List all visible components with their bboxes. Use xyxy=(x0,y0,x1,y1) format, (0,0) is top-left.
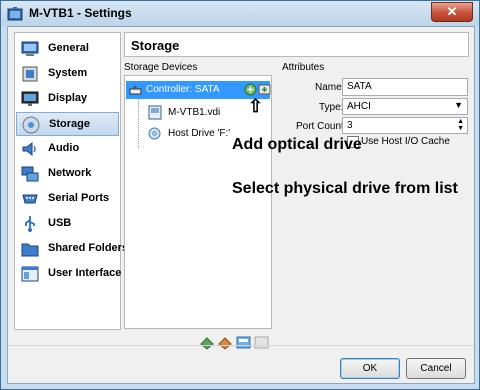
name-input[interactable]: SATA xyxy=(342,78,468,96)
sidebar-item-label: System xyxy=(48,67,88,79)
sidebar-item-label: Display xyxy=(48,92,88,104)
sidebar-item-label: USB xyxy=(48,217,72,229)
ok-button[interactable]: OK xyxy=(340,358,400,379)
storage-devices-label: Storage Devices xyxy=(124,62,198,73)
sidebar-item-general[interactable]: General xyxy=(16,37,119,61)
settings-window: M-VTB1 - Settings ✕ General System Displ… xyxy=(0,0,480,390)
general-icon xyxy=(21,41,39,56)
controller-label: Controller: SATA xyxy=(146,84,220,95)
annotation-select-physical: Select physical drive from list xyxy=(232,180,458,197)
add-attachment-icon[interactable] xyxy=(236,335,251,350)
sidebar-item-label: Storage xyxy=(49,118,90,130)
add-controller-icon[interactable] xyxy=(200,335,215,350)
virtualbox-icon xyxy=(7,7,23,21)
sidebar-item-usb[interactable]: USB xyxy=(16,212,119,236)
attributes-label: Attributes xyxy=(282,62,325,73)
sidebar-item-system[interactable]: System xyxy=(16,62,119,86)
spinner-arrows-icon[interactable]: ▲ ▼ xyxy=(457,118,464,132)
remove-attachment-icon[interactable] xyxy=(254,335,269,350)
remove-controller-icon[interactable] xyxy=(218,335,233,350)
dialog-body: General System Display Storage Audio Net… xyxy=(7,26,475,384)
page-title: Storage xyxy=(131,38,180,53)
title-bar: M-VTB1 - Settings ✕ xyxy=(1,1,479,26)
close-button[interactable]: ✕ xyxy=(431,2,473,22)
hard-disk-icon xyxy=(148,105,162,120)
settings-sidebar: General System Display Storage Audio Net… xyxy=(14,32,128,330)
sidebar-item-label: Audio xyxy=(48,142,80,154)
sidebar-item-network[interactable]: Network xyxy=(16,162,119,186)
up-arrow-annotation: ⇧ xyxy=(248,96,264,116)
sidebar-item-label: General xyxy=(48,42,89,54)
display-icon xyxy=(21,91,39,106)
sidebar-item-label: User Interface xyxy=(48,267,122,279)
sidebar-item-display[interactable]: Display xyxy=(16,87,119,111)
usb-icon xyxy=(25,216,35,232)
user-interface-icon xyxy=(21,266,39,282)
type-select[interactable]: AHCI ▼ xyxy=(342,98,468,115)
add-optical-drive-icon[interactable] xyxy=(244,83,257,96)
sidebar-item-label: Serial Ports xyxy=(48,192,110,204)
port-count-label: Port Count: xyxy=(296,121,347,132)
audio-icon xyxy=(22,141,36,157)
network-icon xyxy=(21,166,39,182)
storage-icon xyxy=(22,116,40,134)
window-title: M-VTB1 - Settings xyxy=(29,6,132,20)
sidebar-item-audio[interactable]: Audio xyxy=(16,137,119,161)
name-label: Name: xyxy=(315,82,345,93)
type-select-value: AHCI xyxy=(347,101,371,112)
type-label: Type: xyxy=(319,102,344,113)
disk-label: M-VTB1.vdi xyxy=(168,107,221,118)
annotation-add-optical: Add optical drive xyxy=(232,136,362,153)
sidebar-item-shared-folders[interactable]: Shared Folders xyxy=(16,237,128,261)
port-count-spinner[interactable]: 3 ▲ ▼ xyxy=(342,117,468,134)
button-bar-separator xyxy=(8,345,474,346)
system-icon xyxy=(22,66,38,82)
serial-ports-icon xyxy=(22,194,38,204)
sidebar-item-label: Shared Folders xyxy=(48,242,129,254)
sidebar-item-label: Network xyxy=(48,167,92,179)
add-hard-disk-icon[interactable] xyxy=(258,83,271,96)
port-count-value: 3 xyxy=(347,120,353,131)
page-title-box: Storage xyxy=(124,32,469,57)
optical-disc-icon xyxy=(148,127,161,140)
sidebar-item-storage[interactable]: Storage xyxy=(16,112,119,136)
sidebar-item-user-interface[interactable]: User Interface xyxy=(16,262,122,286)
cancel-button[interactable]: Cancel xyxy=(406,358,466,379)
sidebar-item-serial-ports[interactable]: Serial Ports xyxy=(16,187,119,211)
optical-label: Host Drive 'F:' xyxy=(168,128,231,139)
controller-icon xyxy=(129,85,142,95)
chevron-down-icon: ▼ xyxy=(454,100,463,110)
shared-folders-icon xyxy=(21,243,39,257)
